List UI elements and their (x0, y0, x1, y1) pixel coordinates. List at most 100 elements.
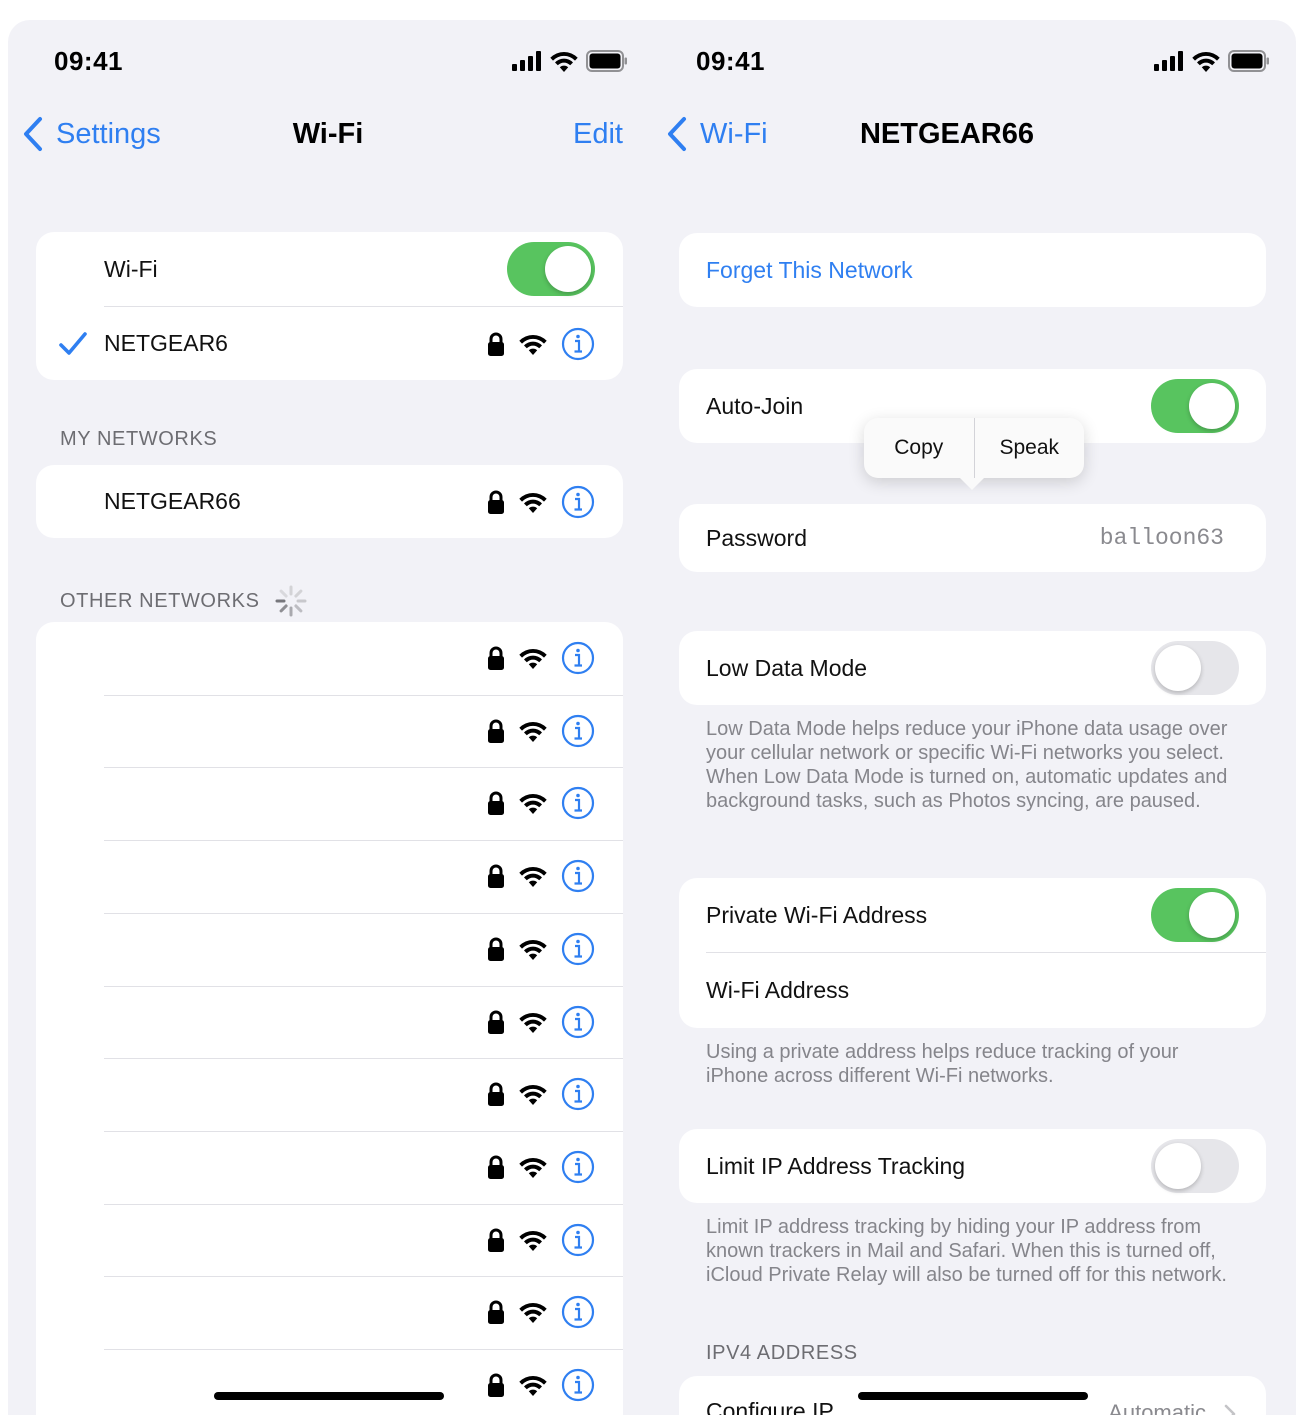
cellular-signal-icon (512, 51, 541, 71)
lock-icon (488, 1010, 504, 1034)
info-icon[interactable] (561, 714, 595, 748)
wifi-list-screen: 09:41 Settings Wi-Fi Edit Wi-Fi NETGEAR6… (8, 20, 650, 1415)
private-address-card: Private Wi-Fi Address Wi-Fi Address (679, 878, 1266, 1028)
other-network-row[interactable] (36, 1131, 623, 1203)
cellular-signal-icon (1154, 51, 1183, 71)
other-network-row[interactable] (36, 1204, 623, 1276)
wifi-strength-icon (519, 1303, 547, 1324)
other-network-row[interactable] (36, 767, 623, 839)
info-icon[interactable] (561, 1005, 595, 1039)
page-title: Wi-Fi (292, 118, 364, 150)
info-icon[interactable] (561, 1368, 595, 1402)
password-card: Password balloon63 (679, 504, 1266, 572)
speak-button[interactable]: Speak (975, 418, 1085, 478)
other-networks-label: OTHER NETWORKS (60, 589, 260, 612)
page-title: NETGEAR66 (859, 118, 1035, 150)
wifi-strength-icon (519, 721, 547, 742)
menu-pointer (960, 478, 984, 490)
other-network-row[interactable] (36, 840, 623, 912)
limit-ip-card: Limit IP Address Tracking (679, 1129, 1266, 1203)
forget-network-button[interactable]: Forget This Network (679, 233, 1266, 307)
wifi-address-label: Wi-Fi Address (706, 977, 850, 1003)
private-address-toggle[interactable] (1151, 888, 1239, 942)
info-icon[interactable] (561, 1077, 595, 1111)
lock-icon (488, 719, 504, 743)
chevron-right-icon (1224, 1404, 1236, 1415)
back-label: Wi-Fi (700, 117, 768, 150)
network-row-netgear66[interactable]: NETGEAR66 (36, 465, 623, 538)
lock-icon (488, 646, 504, 670)
password-row[interactable]: Password balloon63 (679, 504, 1266, 572)
connected-network-row[interactable]: NETGEAR6 (36, 307, 623, 380)
info-icon[interactable] (561, 327, 595, 361)
status-icons (1154, 50, 1270, 72)
lock-icon (488, 791, 504, 816)
wifi-strength-icon (519, 1230, 547, 1251)
copy-button[interactable]: Copy (864, 418, 974, 478)
my-networks-card: NETGEAR66 (36, 465, 623, 538)
lock-icon (488, 937, 504, 961)
lock-icon (488, 1228, 504, 1252)
lock-icon (488, 1155, 504, 1179)
auto-join-label: Auto-Join (706, 392, 804, 419)
checkmark-icon (59, 331, 87, 355)
ipv4-header: IPV4 ADDRESS (706, 1342, 858, 1364)
info-icon[interactable] (561, 786, 595, 820)
wifi-strength-icon (519, 1157, 547, 1178)
other-network-row[interactable] (36, 1349, 623, 1415)
edit-button[interactable]: Edit (573, 118, 623, 151)
info-icon[interactable] (561, 1295, 595, 1329)
wifi-strength-icon (519, 334, 547, 355)
back-to-settings-button[interactable]: Settings (22, 116, 161, 152)
connected-network-name: NETGEAR6 (104, 330, 228, 356)
back-to-wifi-button[interactable]: Wi-Fi (666, 116, 768, 152)
text-selection-menu: Copy Speak (864, 418, 1085, 490)
limit-ip-row: Limit IP Address Tracking (679, 1129, 1266, 1203)
loading-spinner-icon (275, 585, 307, 617)
wifi-main-card: Wi-Fi NETGEAR6 (36, 232, 623, 380)
lock-icon (488, 864, 504, 889)
info-icon[interactable] (561, 859, 595, 893)
other-networks-header: OTHER NETWORKS (60, 584, 308, 618)
other-network-row[interactable] (36, 986, 623, 1058)
low-data-row: Low Data Mode (679, 631, 1266, 705)
wifi-label: Wi-Fi (104, 255, 158, 282)
limit-ip-toggle[interactable] (1151, 1139, 1239, 1193)
network-detail-screen: 09:41 Wi-Fi NETGEAR66 Forget This Networ… (650, 20, 1296, 1415)
limit-ip-note: Limit IP address tracking by hiding your… (706, 1216, 1227, 1286)
wifi-strength-icon (519, 867, 547, 888)
home-indicator (858, 1392, 1088, 1400)
low-data-label: Low Data Mode (706, 654, 868, 681)
my-networks-header: MY NETWORKS (60, 428, 218, 450)
info-icon[interactable] (561, 1223, 595, 1257)
wifi-strength-icon (519, 648, 547, 669)
info-icon[interactable] (561, 932, 595, 966)
auto-join-toggle[interactable] (1151, 379, 1239, 433)
other-network-row[interactable] (36, 1276, 623, 1348)
info-icon[interactable] (561, 1150, 595, 1184)
battery-icon (1228, 50, 1269, 72)
forget-card: Forget This Network (679, 233, 1266, 307)
other-network-row[interactable] (36, 695, 623, 767)
wifi-toggle[interactable] (507, 242, 595, 296)
low-data-card: Low Data Mode (679, 631, 1266, 705)
home-indicator (214, 1392, 444, 1400)
wifi-toggle-row: Wi-Fi (36, 232, 623, 306)
low-data-toggle[interactable] (1151, 641, 1239, 695)
status-time: 09:41 (696, 46, 765, 76)
other-network-row[interactable] (36, 1058, 623, 1130)
back-label: Settings (56, 117, 161, 150)
other-network-row[interactable] (36, 913, 623, 985)
battery-icon (586, 50, 627, 72)
wifi-strength-icon (519, 492, 547, 513)
lock-icon (488, 1300, 504, 1325)
private-address-note: Using a private address helps reduce tra… (706, 1041, 1179, 1087)
info-icon[interactable] (561, 641, 595, 675)
info-icon[interactable] (561, 485, 595, 519)
password-value[interactable]: balloon63 (1100, 525, 1224, 551)
wifi-status-icon (1192, 51, 1220, 72)
other-network-row[interactable] (36, 622, 623, 694)
wifi-strength-icon (519, 939, 547, 960)
limit-ip-label: Limit IP Address Tracking (706, 1152, 966, 1179)
password-label: Password (706, 524, 807, 551)
